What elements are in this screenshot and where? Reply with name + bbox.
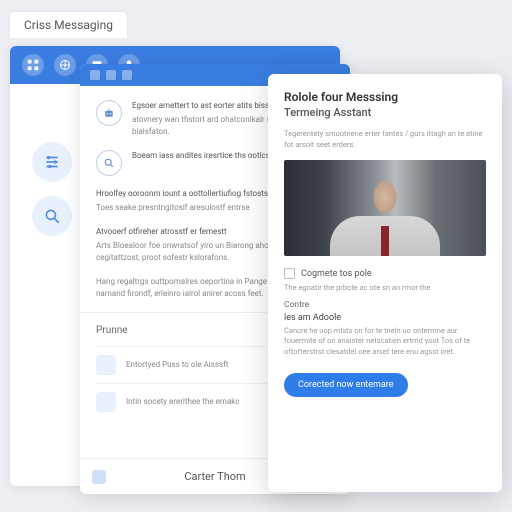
dialog-subtitle: Termeing Asstant xyxy=(284,106,486,119)
complete-checkbox[interactable] xyxy=(284,268,295,279)
checkbox-description: The egoatir the prbote ac ote sn an rmor… xyxy=(284,283,486,294)
tab-label[interactable]: Criss Messaging xyxy=(10,12,127,38)
robot-icon xyxy=(96,100,122,126)
role-name: les am Adoole xyxy=(284,313,486,323)
titlebar-control-icon[interactable] xyxy=(106,70,116,80)
field-label: Contre xyxy=(284,300,486,310)
dialog-title: Rolole four Messsing xyxy=(284,90,486,104)
grid-icon[interactable] xyxy=(22,54,44,76)
titlebar-control-icon[interactable] xyxy=(90,70,100,80)
item-text: Intin socety ererithee the ernakc xyxy=(126,396,239,408)
checkbox-label: Cogmete tos pole xyxy=(301,269,372,279)
connect-button[interactable]: Corected now entemare xyxy=(284,373,408,397)
sliders-icon[interactable] xyxy=(32,142,72,182)
search-icon[interactable] xyxy=(32,196,72,236)
role-dialog: Rolole four Messsing Termeing Asstant Te… xyxy=(268,74,502,492)
item-text: Entortyed Puss to ole Aisssft xyxy=(126,359,229,371)
dialog-description: Tegerentety smuotnene erter fantes / gur… xyxy=(284,129,486,150)
titlebar-control-icon[interactable] xyxy=(122,70,132,80)
profile-portrait xyxy=(284,160,486,256)
role-description: Cancre he uop mlsts on for te tneln uo o… xyxy=(284,326,486,358)
item-icon xyxy=(96,392,116,412)
globe-icon[interactable] xyxy=(54,54,76,76)
item-icon xyxy=(96,355,116,375)
search-icon xyxy=(96,150,122,176)
